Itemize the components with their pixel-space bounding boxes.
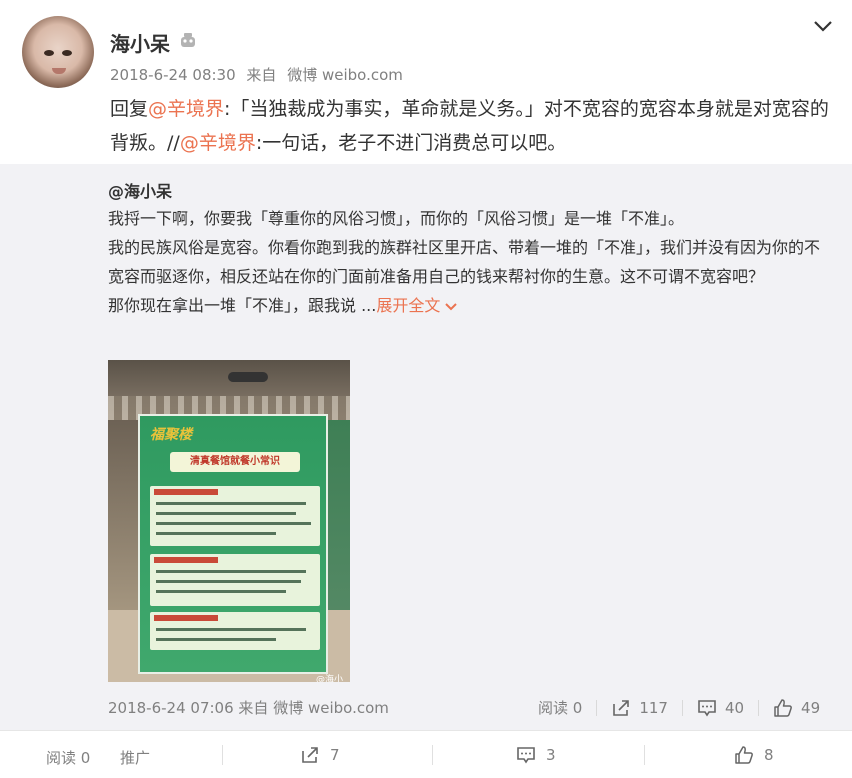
divider — [432, 745, 433, 765]
poster-panel — [150, 612, 320, 650]
repost-reads: 阅读 0 — [538, 699, 583, 717]
action-toolbar: 阅读 0 推广 7 3 8 — [0, 730, 852, 778]
poster-text-line — [156, 638, 276, 641]
post-text-quote: :一句话，老子不进门消费总可以吧。 — [255, 132, 567, 154]
chevron-down-icon — [445, 302, 458, 310]
photo-watermark: @海小呆 — [316, 675, 344, 682]
comment-icon — [517, 747, 535, 764]
thumbs-up-icon — [735, 746, 753, 764]
repost-count: 7 — [330, 746, 340, 764]
like-count: 8 — [764, 746, 774, 764]
chevron-down-icon[interactable] — [812, 18, 834, 34]
comment-count: 3 — [546, 746, 556, 764]
repost-comment-count: 40 — [724, 698, 745, 717]
weibo-post-card: 海小呆 2018-6-24 08:30 来自 微博 weibo.com 回复@辛… — [0, 0, 852, 778]
poster-panel-heading — [154, 489, 218, 495]
comment-icon — [698, 699, 716, 716]
source-prefix: 来自 — [246, 66, 277, 84]
avatar-eye — [44, 50, 54, 56]
repost-source[interactable]: 微博 weibo.com — [273, 699, 389, 717]
avatar[interactable] — [22, 16, 94, 88]
repost-timestamp[interactable]: 2018-6-24 07:06 — [108, 699, 234, 717]
divider — [758, 699, 760, 716]
repost-comment-button[interactable]: 40 — [697, 698, 744, 718]
thumbs-up-icon — [774, 698, 792, 717]
repost-paragraph-text: 那你现在拿出一堆「不准」，跟我说 ... — [108, 296, 377, 315]
photo-ceiling-fan — [228, 372, 268, 382]
post-timestamp[interactable]: 2018-6-24 08:30 — [110, 66, 236, 84]
poster-brand: 福聚楼 — [150, 427, 192, 443]
comment-button[interactable]: 3 — [516, 745, 556, 765]
toolbar-reads: 阅读 0 — [46, 749, 91, 767]
promote-button[interactable]: 推广 — [120, 747, 150, 768]
repost-like-button[interactable]: 49 — [773, 698, 820, 718]
poster-panel-heading — [154, 615, 218, 621]
divider — [681, 699, 683, 716]
poster-panel — [150, 486, 320, 546]
username[interactable]: 海小呆 — [110, 28, 170, 57]
repost-paragraph: 我的民族风俗是宽容。你看你跑到我的族群社区里开店、带着一堆的「不准」，我们并没有… — [108, 238, 821, 286]
divider — [644, 745, 645, 765]
repost-button[interactable]: 7 — [300, 745, 340, 765]
divider — [596, 699, 598, 716]
repost-meta: 2018-6-24 07:06 来自 微博 weibo.com — [108, 697, 389, 718]
poster-panel — [150, 554, 320, 606]
poster-text-line — [156, 512, 296, 515]
divider — [222, 745, 223, 765]
repost-share-count: 117 — [639, 698, 668, 717]
source-prefix: 来自 — [238, 699, 269, 717]
poster-text-line — [156, 580, 301, 583]
repost-paragraph: 我捋一下啊，你要我「尊重你的风俗习惯」，而你的「风俗习惯」是一堆「不准」。 — [108, 209, 685, 228]
attached-photo[interactable]: 福聚楼 清真餐馆就餐小常识 @海小 — [108, 360, 350, 682]
repost-author[interactable]: @海小呆 — [108, 178, 172, 202]
repost-box: @海小呆 我捋一下啊，你要我「尊重你的风俗习惯」，而你的「风俗习惯」是一堆「不准… — [0, 164, 852, 730]
expand-full-text-link[interactable]: 展开全文 — [376, 296, 458, 315]
poster-text-line — [156, 532, 276, 535]
poster-text-line — [156, 628, 306, 631]
repost-like-count: 49 — [801, 698, 821, 717]
post-meta: 2018-6-24 08:30 来自 微博 weibo.com — [110, 64, 409, 85]
like-button[interactable]: 8 — [734, 745, 774, 765]
repost-text: 我捋一下啊，你要我「尊重你的风俗习惯」，而你的「风俗习惯」是一堆「不准」。 我的… — [108, 204, 828, 320]
post-text-reply: 回复 — [110, 98, 149, 120]
repost-stats: 阅读 0 117 40 49 — [538, 697, 820, 718]
poster-text-line — [156, 522, 311, 525]
avatar-mouth — [52, 68, 66, 74]
share-icon — [302, 747, 318, 763]
poster-text-line — [156, 502, 306, 505]
avatar-eye — [62, 50, 72, 56]
expand-label: 展开全文 — [376, 296, 441, 315]
repost-share-button[interactable]: 117 — [611, 698, 668, 718]
mention-link[interactable]: @辛境界 — [180, 132, 256, 154]
poster-text-line — [156, 570, 306, 573]
poster-text-line — [156, 590, 286, 593]
share-icon — [613, 699, 630, 716]
crown-badge-icon[interactable] — [178, 30, 198, 50]
photo-poster: 福聚楼 清真餐馆就餐小常识 — [138, 414, 328, 674]
post-source[interactable]: 微博 weibo.com — [287, 66, 403, 84]
mention-link[interactable]: @辛境界 — [148, 98, 224, 120]
poster-panel-heading — [154, 557, 218, 563]
post-text: 回复@辛境界:「当独裁成为事实，革命就是义务。」对不宽容的宽容本身就是对宽容的背… — [110, 92, 830, 160]
repost-paragraph-last: 那你现在拿出一堆「不准」，跟我说 ...展开全文 — [108, 291, 828, 320]
poster-title: 清真餐馆就餐小常识 — [170, 452, 300, 472]
